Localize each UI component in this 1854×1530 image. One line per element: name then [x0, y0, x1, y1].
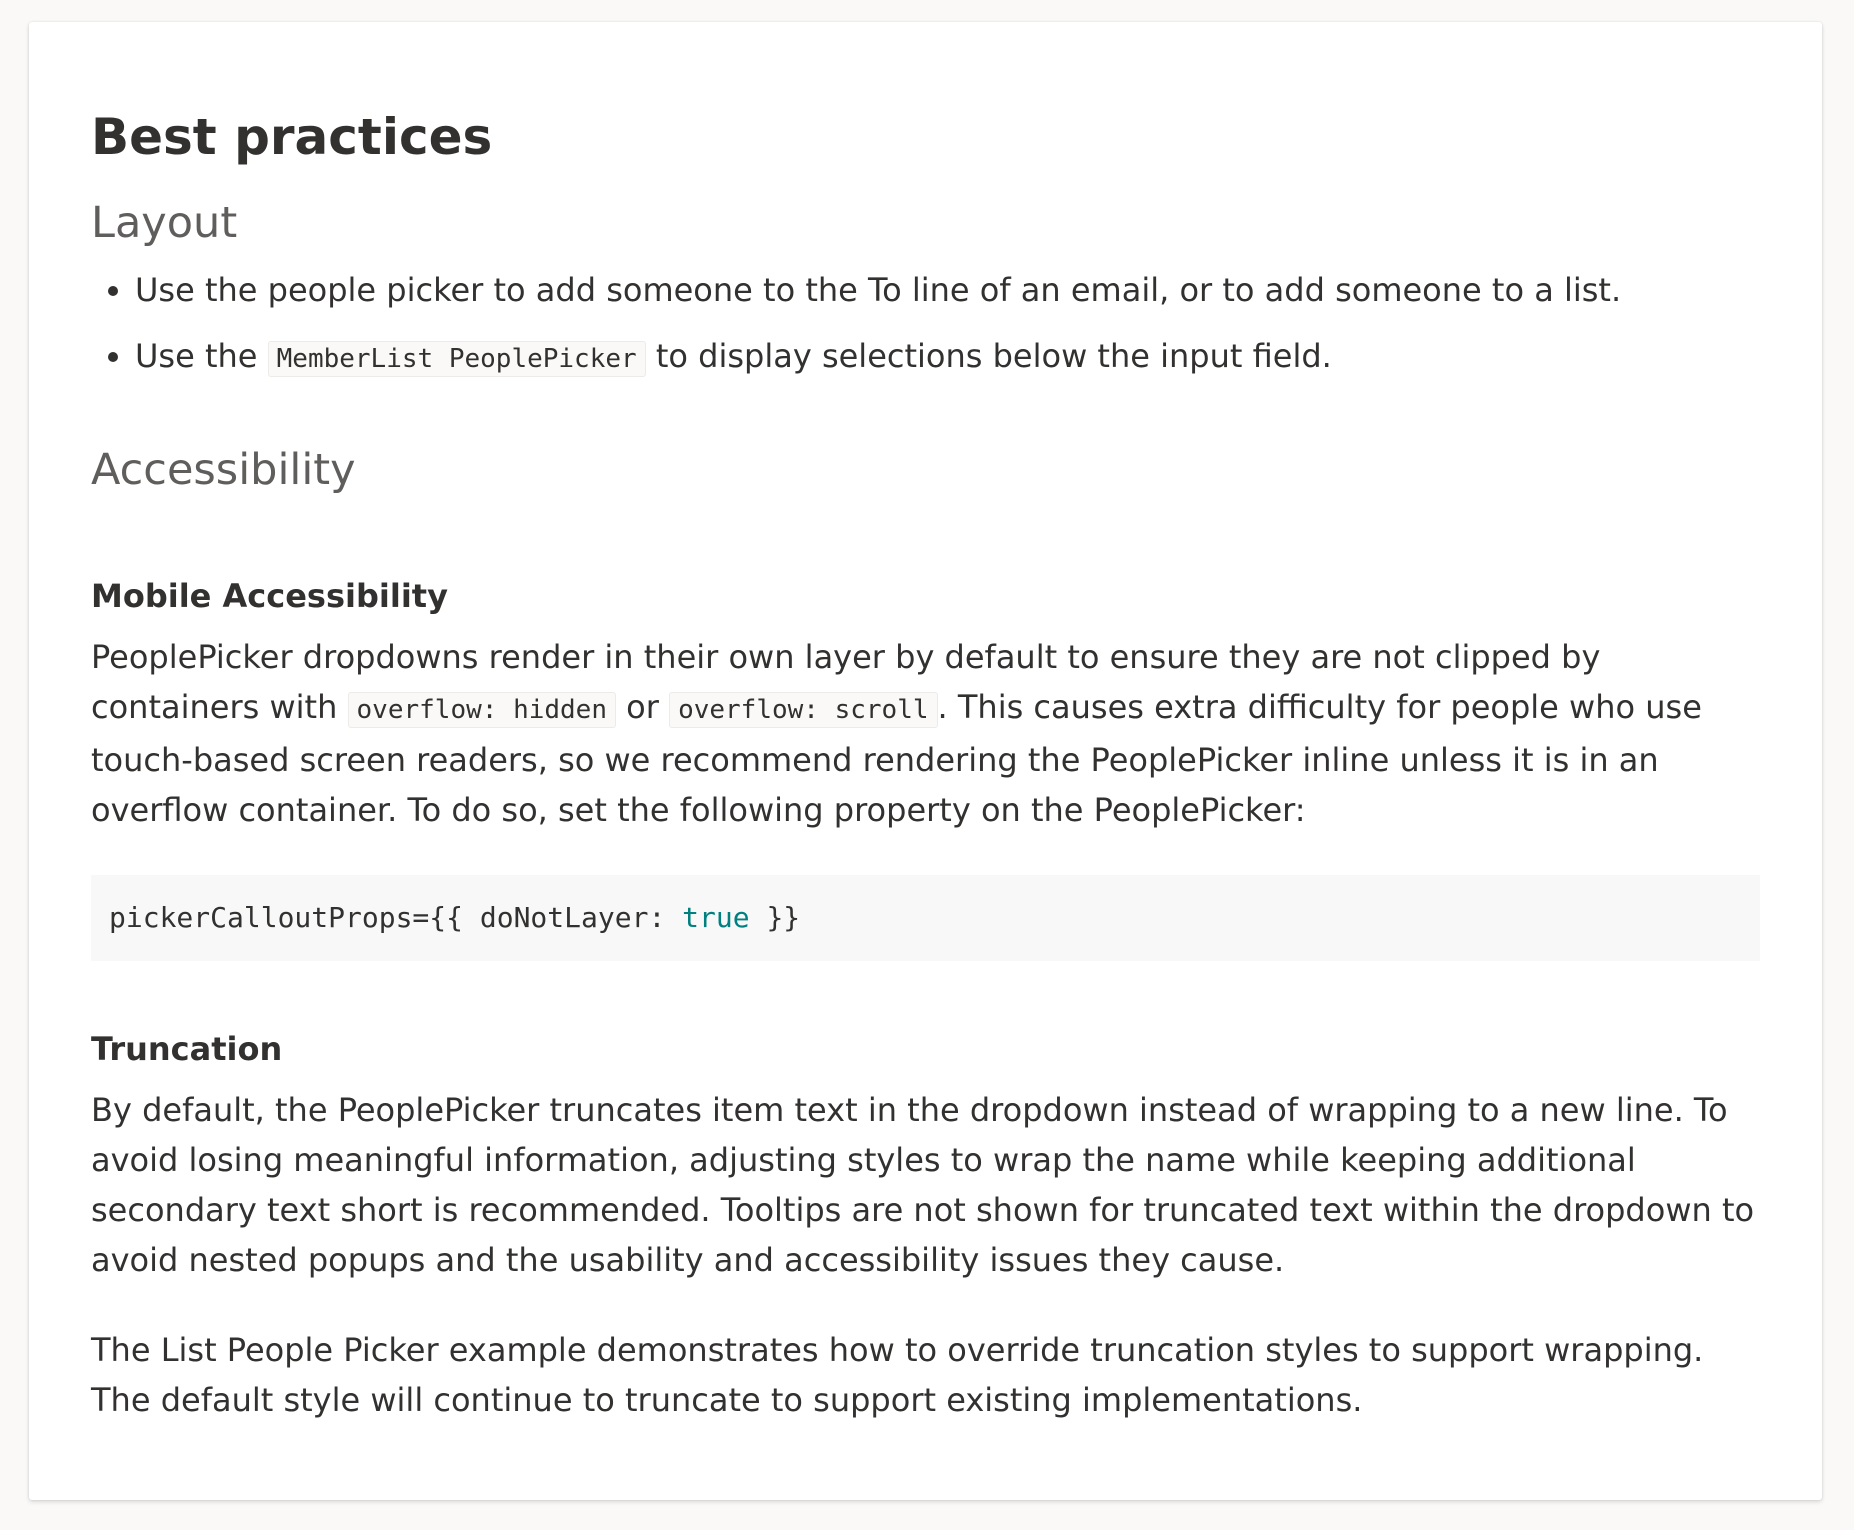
accessibility-heading: Accessibility: [91, 445, 356, 495]
bullet-text-prefix: Use the: [135, 337, 268, 375]
content-card: Best practices Layout Use the people pic…: [29, 22, 1822, 1500]
truncation-paragraph-2: The List People Picker example demonstra…: [91, 1331, 1704, 1419]
inline-code: MemberList PeoplePicker: [267, 341, 646, 377]
inline-code: overflow: scroll: [669, 692, 938, 728]
bullet-text: Use the people picker to add someone to …: [135, 271, 1622, 309]
inline-code: overflow: hidden: [347, 692, 616, 728]
paragraph-text: or: [615, 688, 670, 726]
page-title: Best practices: [91, 108, 493, 166]
code-text: pickerCalloutProps={{ doNotLayer:: [109, 901, 683, 934]
truncation-heading: Truncation: [91, 1030, 283, 1068]
layout-heading: Layout: [91, 198, 238, 248]
code-text: }}: [749, 901, 801, 934]
list-item: Use the MemberList PeoplePicker to displ…: [135, 331, 1760, 384]
mobile-accessibility-heading: Mobile Accessibility: [91, 577, 448, 615]
code-block: pickerCalloutProps={{ doNotLayer: true }…: [91, 875, 1760, 961]
code-keyword: true: [682, 901, 750, 934]
list-item: Use the people picker to add someone to …: [135, 265, 1760, 315]
layout-list: Use the people picker to add someone to …: [91, 265, 1760, 384]
truncation-paragraph-1: By default, the PeoplePicker truncates i…: [91, 1091, 1755, 1279]
mobile-accessibility-paragraph: PeoplePicker dropdowns render in their o…: [91, 632, 1760, 835]
bullet-text-suffix: to display selections below the input fi…: [645, 337, 1332, 375]
